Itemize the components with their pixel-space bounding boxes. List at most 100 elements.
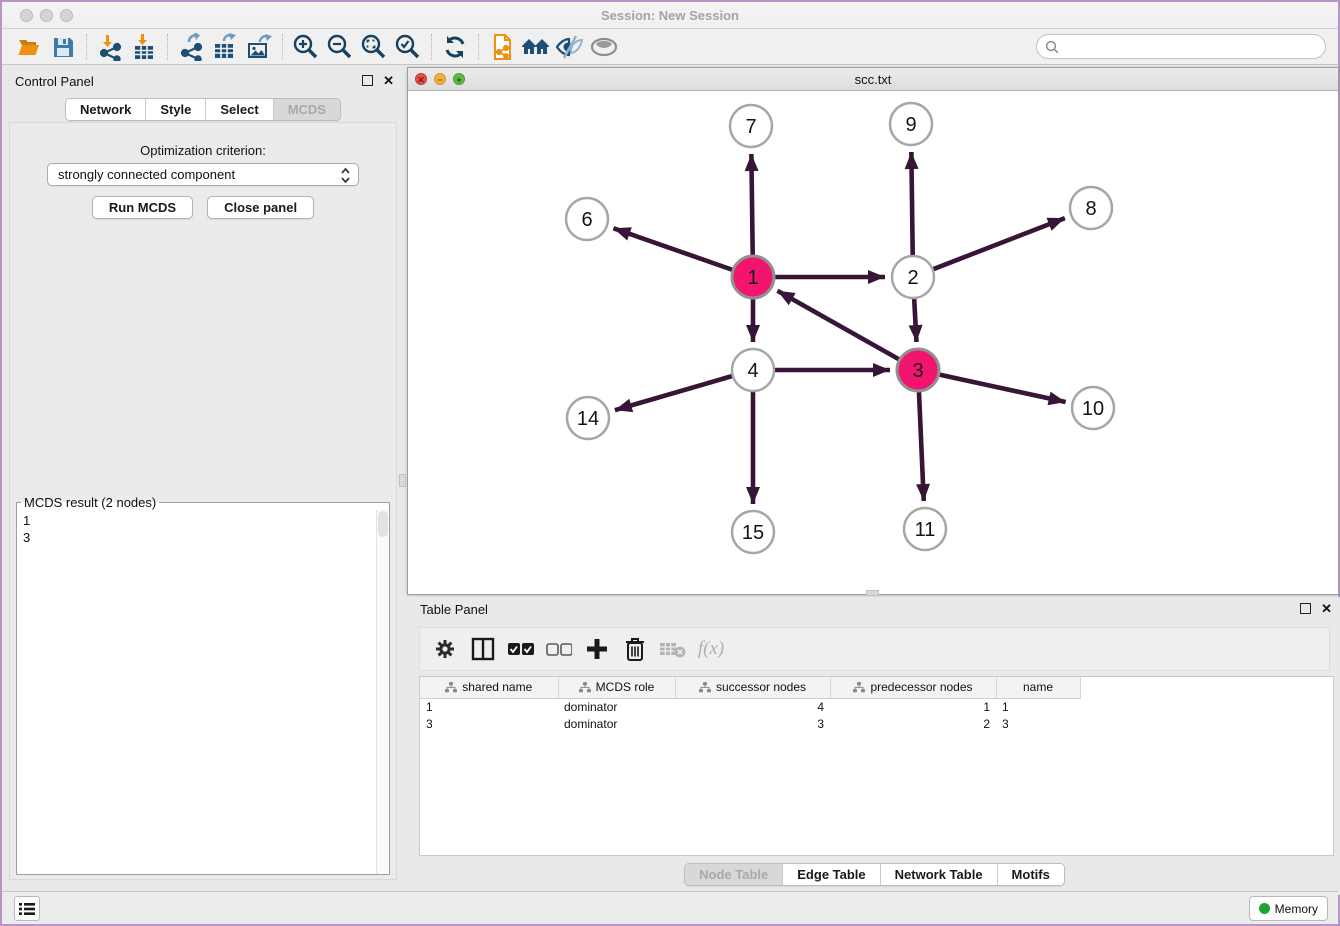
export-image-icon	[245, 33, 273, 61]
export-table-button[interactable]	[208, 32, 242, 62]
graph-node-label-11: 11	[915, 519, 936, 541]
run-mcds-button[interactable]: Run MCDS	[92, 196, 193, 219]
column-header-mcds-role[interactable]: MCDS role	[558, 677, 675, 698]
close-table-panel-icon[interactable]: ✕	[1321, 603, 1332, 614]
zoom-fit-button[interactable]	[357, 32, 391, 62]
import-table-button[interactable]	[127, 32, 161, 62]
delete-table-icon	[660, 640, 686, 658]
mcds-result-text[interactable]: 1 3	[17, 510, 376, 874]
main-toolbar	[2, 29, 1338, 65]
graph-edge-2-9[interactable]	[911, 152, 912, 255]
toolbar-separator	[167, 34, 168, 60]
criterion-dropdown[interactable]: strongly connected component	[47, 163, 359, 186]
fx-icon: f(x)	[698, 638, 724, 660]
float-table-panel-icon[interactable]	[1300, 603, 1311, 614]
save-floppy-icon	[51, 35, 75, 59]
control-panel-tabs: Network Style Select MCDS	[65, 98, 341, 121]
graph-edge-1-7[interactable]	[751, 154, 752, 255]
result-scrollbar[interactable]	[376, 510, 389, 874]
tab-mcds[interactable]: MCDS	[274, 99, 340, 120]
tab-style[interactable]: Style	[146, 99, 206, 120]
tab-motifs[interactable]: Motifs	[998, 864, 1064, 885]
zoom-selected-button[interactable]	[391, 32, 425, 62]
zoom-in-icon	[292, 33, 320, 61]
add-column-button[interactable]	[580, 632, 614, 666]
column-tree-icon	[579, 682, 591, 693]
graph-edge-2-8[interactable]	[934, 218, 1065, 269]
float-panel-icon[interactable]	[362, 75, 373, 86]
apply-function-button[interactable]: f(x)	[694, 632, 728, 666]
split-column-button[interactable]	[466, 632, 500, 666]
save-session-button[interactable]	[46, 32, 80, 62]
tab-select[interactable]: Select	[206, 99, 273, 120]
graph-edge-2-3[interactable]	[914, 299, 916, 342]
tab-edge-table[interactable]: Edge Table	[783, 864, 880, 885]
gear-icon	[434, 638, 456, 660]
toggle-details-eye-icon	[555, 34, 585, 60]
graph-edge-3-11[interactable]	[919, 392, 924, 501]
close-panel-button[interactable]: Close panel	[207, 196, 314, 219]
zoom-out-button[interactable]	[323, 32, 357, 62]
import-network-icon	[96, 33, 124, 61]
graph-edge-4-14[interactable]	[615, 376, 732, 410]
toggle-graphics-details-button[interactable]	[553, 32, 587, 62]
tab-network-table[interactable]: Network Table	[881, 864, 998, 885]
close-panel-icon[interactable]: ✕	[383, 75, 394, 86]
export-image-button[interactable]	[242, 32, 276, 62]
toolbar-separator	[478, 34, 479, 60]
split-handle-horizontal[interactable]	[866, 590, 879, 596]
tab-network[interactable]: Network	[66, 99, 146, 120]
node-table[interactable]: shared name MCDS role successor nodes pr…	[419, 676, 1334, 856]
chevron-up-down-icon	[340, 167, 351, 184]
deselect-all-button[interactable]	[542, 632, 576, 666]
tab-node-table[interactable]: Node Table	[685, 864, 783, 885]
export-network-icon	[177, 33, 205, 61]
export-network-button[interactable]	[174, 32, 208, 62]
column-tree-icon	[699, 682, 711, 693]
split-handle-vertical[interactable]	[399, 474, 406, 487]
status-bar: Memory	[2, 891, 1338, 924]
import-network-button[interactable]	[93, 32, 127, 62]
control-panel-header: Control Panel ✕	[2, 71, 404, 93]
graph-node-label-14: 14	[577, 408, 599, 430]
table-row[interactable]: 3 dominator 3 2 3	[420, 715, 1080, 732]
table-settings-button[interactable]	[428, 632, 462, 666]
table-panel-title: Table Panel	[420, 602, 488, 617]
network-canvas[interactable]: 1234678910111415	[408, 91, 1338, 594]
mcds-panel: Optimization criterion: strongly connect…	[9, 122, 397, 880]
show-hide-button[interactable]	[587, 32, 621, 62]
control-panel-title: Control Panel	[15, 74, 94, 89]
select-all-button[interactable]	[504, 632, 538, 666]
search-box[interactable]	[1036, 34, 1326, 59]
memory-button[interactable]: Memory	[1249, 896, 1328, 921]
refresh-layout-button[interactable]	[438, 32, 472, 62]
network-window-titlebar[interactable]: ✕ − + scc.txt	[408, 68, 1338, 91]
zoom-fit-icon	[360, 33, 388, 61]
graph-edge-3-1[interactable]	[777, 291, 898, 359]
column-tree-icon	[445, 682, 457, 693]
table-panel: Table Panel ✕	[407, 597, 1340, 895]
column-header-name[interactable]: name	[996, 677, 1080, 698]
refresh-icon	[442, 34, 468, 60]
graph-node-label-10: 10	[1082, 398, 1104, 420]
search-input[interactable]	[1064, 40, 1325, 54]
delete-column-button[interactable]	[618, 632, 652, 666]
table-row[interactable]: 1 dominator 4 1 1	[420, 698, 1080, 715]
network-graph[interactable]: 1234678910111415	[408, 91, 1338, 594]
column-header-successor-nodes[interactable]: successor nodes	[675, 677, 830, 698]
import-table-icon	[130, 33, 158, 61]
graph-edge-1-6[interactable]	[613, 228, 732, 270]
graph-node-label-15: 15	[742, 522, 764, 544]
show-panels-button[interactable]	[14, 896, 40, 921]
new-network-from-file-button[interactable]	[485, 32, 519, 62]
open-session-button[interactable]	[12, 32, 46, 62]
control-panel: Control Panel ✕ Network Style Select MCD…	[2, 65, 404, 882]
column-header-shared-name[interactable]: shared name	[420, 677, 558, 698]
delete-table-button[interactable]	[656, 632, 690, 666]
home-layout-button[interactable]	[519, 32, 553, 62]
graph-edge-3-10[interactable]	[939, 375, 1065, 402]
column-header-predecessor-nodes[interactable]: predecessor nodes	[830, 677, 996, 698]
memory-status-dot	[1259, 903, 1270, 914]
split-column-icon	[471, 637, 495, 661]
zoom-in-button[interactable]	[289, 32, 323, 62]
